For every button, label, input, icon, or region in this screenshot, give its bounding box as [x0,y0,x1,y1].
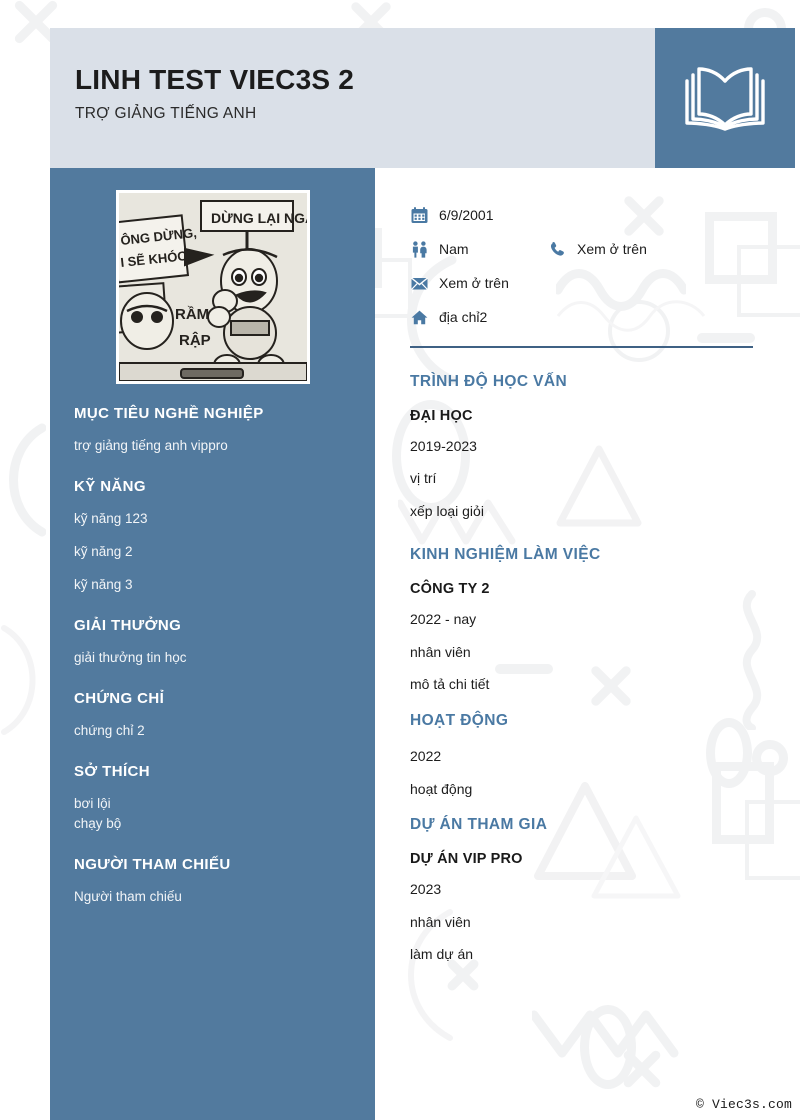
contact-birthday-value: 6/9/2001 [439,207,494,223]
calendar-icon [410,206,428,224]
svg-text:RẦM: RẦM [175,306,209,323]
contact-birthday: 6/9/2001 [410,206,494,224]
envelope-icon [410,274,428,292]
sidebar-section-item: giải thưởng tin học [74,649,187,665]
sidebar: DỪNG LẠI NGAY! ÔNG DỪNG, I SẼ KHÓC! RẦM … [50,168,375,1120]
avatar: DỪNG LẠI NGAY! ÔNG DỪNG, I SẼ KHÓC! RẦM … [115,190,310,384]
entry-line: vị trí [410,470,437,487]
sidebar-section-item: kỹ năng 123 [74,510,148,526]
decor-arc [0,420,46,540]
cv-header: LINH TEST VIEC3S 2 TRỢ GIẢNG TIẾNG ANH [50,28,795,168]
sidebar-section-item: chạy bộ [74,816,122,832]
contact-gender-value: Nam [439,241,469,257]
sidebar-section-item: kỹ năng 2 [74,543,133,559]
sidebar-section-references: NGƯỜI THAM CHIẾU Người tham chiếu [74,856,351,908]
sidebar-section-skills: KỸ NĂNG kỹ năng 123 kỹ năng 2 kỹ năng 3 [74,478,351,596]
sidebar-section-career-objective: MỤC TIÊU NGHỀ NGHIỆP trợ giảng tiếng anh… [74,405,351,457]
sidebar-section-certificates: CHỨNG CHỈ chứng chỉ 2 [74,690,351,742]
entry-line: làm dự án [410,946,474,963]
main-column: 6/9/2001 Nam Xem ở trên Xem ở trên địa c… [375,168,795,1120]
phone-icon [548,240,566,258]
divider [410,346,753,348]
gender-icon [410,240,428,258]
main-section-projects: DỰ ÁN THAM GIA DỰ ÁN VIP PRO 2023 nhân v… [410,816,765,965]
sidebar-section-awards: GIẢI THƯỞNG giải thưởng tin học [74,617,351,669]
contact-info: 6/9/2001 Nam Xem ở trên Xem ở trên địa c… [410,198,765,340]
entry-sub-heading: ĐẠI HỌC [410,407,473,424]
page-title: LINH TEST VIEC3S 2 [75,64,354,95]
job-title: TRỢ GIẢNG TIẾNG ANH [75,105,257,123]
sidebar-section-item: Người tham chiếu [74,889,182,905]
logo-box [655,28,795,168]
svg-text:RẬP: RẬP [179,331,211,349]
main-section-heading: HOẠT ĐỘNG [410,712,509,730]
sidebar-section-heading: SỞ THÍCH [74,762,150,780]
sidebar-section-heading: KỸ NĂNG [74,477,146,495]
entry-line: 2022 [410,748,442,765]
entry-line: 2019-2023 [410,437,477,454]
main-section-heading: KINH NGHIỆM LÀM VIỆC [410,546,601,564]
entry-line: xếp loại giỏi [410,502,484,519]
contact-address: địa chỉ2 [410,308,487,326]
sidebar-section-item: chứng chỉ 2 [74,722,145,738]
entry-line: hoạt động [410,780,473,797]
decor-arc [0,620,46,740]
entry-sub-heading: DỰ ÁN VIP PRO [410,851,523,868]
entry-line: mô tả chi tiết [410,676,490,693]
entry-sub-heading: CÔNG TY 2 [410,581,490,598]
contact-email[interactable]: Xem ở trên [410,274,509,292]
entry-line: 2022 - nay [410,611,477,628]
svg-text:DỪNG LẠI NGAY!: DỪNG LẠI NGAY! [211,209,307,226]
contact-address-value: địa chỉ2 [439,309,488,325]
sidebar-section-item: trợ giảng tiếng anh vippro [74,438,228,453]
entry-line: nhân viên [410,643,471,660]
main-section-experience: KINH NGHIỆM LÀM VIỆC CÔNG TY 2 2022 - na… [410,546,765,695]
sidebar-section-heading: CHỨNG CHỈ [74,689,165,707]
contact-phone-value: Xem ở trên [577,241,647,257]
cv-page: LINH TEST VIEC3S 2 TRỢ GIẢNG TIẾNG ANH D… [0,0,800,1120]
main-section-heading: TRÌNH ĐỘ HỌC VẤN [410,372,568,390]
entry-line: 2023 [410,881,442,898]
footer-copyright: © Viec3s.com [695,1097,792,1112]
main-section-education: TRÌNH ĐỘ HỌC VẤN ĐẠI HỌC 2019-2023 vị tr… [410,373,765,522]
sidebar-section-item: kỹ năng 3 [74,576,133,592]
sidebar-section-hobbies: SỞ THÍCH bơi lội chạy bộ [74,763,351,836]
cv-header-text: LINH TEST VIEC3S 2 TRỢ GIẢNG TIẾNG ANH [50,28,655,168]
contact-phone[interactable]: Xem ở trên [548,240,647,258]
sidebar-section-item: bơi lội [74,795,111,811]
main-section-heading: DỰ ÁN THAM GIA [410,816,548,834]
sidebar-section-heading: GIẢI THƯỞNG [74,616,182,634]
home-icon [410,308,428,326]
open-book-icon [682,61,768,136]
cv-card: LINH TEST VIEC3S 2 TRỢ GIẢNG TIẾNG ANH D… [50,28,795,1120]
contact-email-value: Xem ở trên [439,275,509,291]
main-section-activities: HOẠT ĐỘNG 2022 hoạt động [410,712,765,799]
sidebar-section-heading: MỤC TIÊU NGHỀ NGHIỆP [74,405,264,422]
contact-gender: Nam [410,240,469,258]
entry-line: nhân viên [410,913,471,930]
sidebar-section-heading: NGƯỜI THAM CHIẾU [74,856,231,874]
